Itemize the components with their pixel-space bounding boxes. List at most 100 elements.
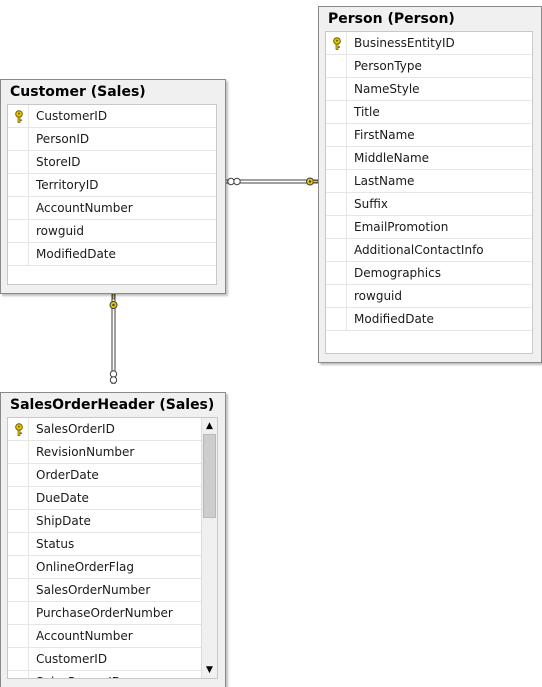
- table-title: Person (Person): [328, 11, 455, 27]
- column-row[interactable]: EmailPromotion: [326, 216, 532, 239]
- column-name: CustomerID: [36, 652, 108, 666]
- row-selector[interactable]: [8, 418, 29, 440]
- row-selector[interactable]: [326, 285, 347, 307]
- column-row[interactable]: ModifiedDate: [8, 243, 216, 266]
- column-row[interactable]: Status: [8, 533, 201, 556]
- vertical-scrollbar[interactable]: ▲ ▼: [201, 418, 217, 678]
- column-row[interactable]: NameStyle: [326, 78, 532, 101]
- column-row[interactable]: CustomerID: [8, 105, 216, 128]
- row-selector[interactable]: [8, 128, 29, 150]
- column-row[interactable]: SalesOrderNumber: [8, 579, 201, 602]
- column-name: Suffix: [354, 197, 388, 211]
- column-name: Title: [354, 105, 380, 119]
- table-person[interactable]: Person (Person) BusinessEntityID PersonTy…: [318, 6, 542, 363]
- column-name: CustomerID: [36, 109, 108, 123]
- row-selector[interactable]: [8, 625, 29, 647]
- row-selector[interactable]: [326, 78, 347, 100]
- column-name: EmailPromotion: [354, 220, 449, 234]
- column-row[interactable]: StoreID: [8, 151, 216, 174]
- column-row[interactable]: SalesOrderID: [8, 418, 201, 441]
- column-name: Demographics: [354, 266, 441, 280]
- column-row[interactable]: ModifiedDate: [326, 308, 532, 331]
- column-row[interactable]: DueDate: [8, 487, 201, 510]
- column-row[interactable]: ShipDate: [8, 510, 201, 533]
- column-row[interactable]: PurchaseOrderNumber: [8, 602, 201, 625]
- column-name: SalesOrderNumber: [36, 583, 151, 597]
- row-selector[interactable]: [326, 308, 347, 330]
- column-row[interactable]: RevisionNumber: [8, 441, 201, 464]
- column-name: OnlineOrderFlag: [36, 560, 135, 574]
- column-row[interactable]: BusinessEntityID: [326, 32, 532, 55]
- column-row[interactable]: TerritoryID: [8, 174, 216, 197]
- column-row[interactable]: PersonType: [326, 55, 532, 78]
- row-selector[interactable]: [8, 487, 29, 509]
- column-row[interactable]: Title: [326, 101, 532, 124]
- column-name: NameStyle: [354, 82, 420, 96]
- row-selector[interactable]: [326, 170, 347, 192]
- column-row[interactable]: OrderDate: [8, 464, 201, 487]
- column-name: ShipDate: [36, 514, 91, 528]
- column-name: AccountNumber: [36, 201, 133, 215]
- column-row[interactable]: AccountNumber: [8, 197, 216, 220]
- column-name: PersonType: [354, 59, 422, 73]
- scroll-up-arrow-icon[interactable]: ▲: [202, 418, 217, 434]
- row-selector[interactable]: [8, 151, 29, 173]
- key-icon: [15, 423, 23, 436]
- row-selector[interactable]: [8, 648, 29, 670]
- column-name: AccountNumber: [36, 629, 133, 643]
- column-row[interactable]: Demographics: [326, 262, 532, 285]
- row-selector[interactable]: [326, 216, 347, 238]
- row-selector[interactable]: [326, 32, 347, 54]
- table-customer[interactable]: Customer (Sales) CustomerID PersonID Store…: [0, 79, 226, 294]
- column-name: Status: [36, 537, 75, 551]
- column-name: DueDate: [36, 491, 89, 505]
- column-name: PurchaseOrderNumber: [36, 606, 173, 620]
- row-selector[interactable]: [8, 464, 29, 486]
- column-name: SalesOrderID: [36, 422, 115, 436]
- row-selector[interactable]: [8, 602, 29, 624]
- column-name: StoreID: [36, 155, 81, 169]
- row-selector[interactable]: [326, 262, 347, 284]
- table-title: SalesOrderHeader (Sales): [10, 397, 215, 413]
- table-sales-order-header[interactable]: SalesOrderHeader (Sales) SalesOrderID Rev…: [0, 392, 226, 687]
- column-row[interactable]: AdditionalContactInfo: [326, 239, 532, 262]
- column-row[interactable]: rowguid: [8, 220, 216, 243]
- row-selector[interactable]: [8, 533, 29, 555]
- row-selector[interactable]: [326, 147, 347, 169]
- column-name: ModifiedDate: [354, 312, 434, 326]
- column-row[interactable]: SalesPersonID: [8, 671, 201, 678]
- row-selector[interactable]: [8, 174, 29, 196]
- row-selector[interactable]: [8, 197, 29, 219]
- row-selector[interactable]: [326, 124, 347, 146]
- row-selector[interactable]: [8, 510, 29, 532]
- row-selector[interactable]: [326, 239, 347, 261]
- column-row[interactable]: FirstName: [326, 124, 532, 147]
- column-row[interactable]: Suffix: [326, 193, 532, 216]
- row-selector[interactable]: [8, 220, 29, 242]
- row-selector[interactable]: [8, 243, 29, 265]
- row-selector[interactable]: [8, 556, 29, 578]
- row-selector[interactable]: [326, 101, 347, 123]
- row-selector[interactable]: [8, 105, 29, 127]
- column-row[interactable]: PersonID: [8, 128, 216, 151]
- key-icon: [15, 110, 23, 123]
- table-title: Customer (Sales): [10, 84, 146, 100]
- row-selector[interactable]: [8, 671, 29, 678]
- relationship-customer-person[interactable]: [226, 177, 319, 186]
- row-selector[interactable]: [326, 55, 347, 77]
- column-row[interactable]: rowguid: [326, 285, 532, 308]
- one-end-key-icon: [109, 293, 118, 309]
- column-row[interactable]: CustomerID: [8, 648, 201, 671]
- one-end-key-icon: [306, 177, 319, 186]
- row-selector[interactable]: [326, 193, 347, 215]
- relationship-salesorderheader-customer[interactable]: [109, 293, 118, 384]
- scroll-thumb[interactable]: [203, 434, 216, 518]
- column-row[interactable]: AccountNumber: [8, 625, 201, 648]
- row-selector[interactable]: [8, 441, 29, 463]
- row-selector[interactable]: [8, 579, 29, 601]
- column-row[interactable]: OnlineOrderFlag: [8, 556, 201, 579]
- scroll-down-arrow-icon[interactable]: ▼: [202, 662, 217, 678]
- column-row[interactable]: LastName: [326, 170, 532, 193]
- column-row[interactable]: MiddleName: [326, 147, 532, 170]
- column-name: LastName: [354, 174, 415, 188]
